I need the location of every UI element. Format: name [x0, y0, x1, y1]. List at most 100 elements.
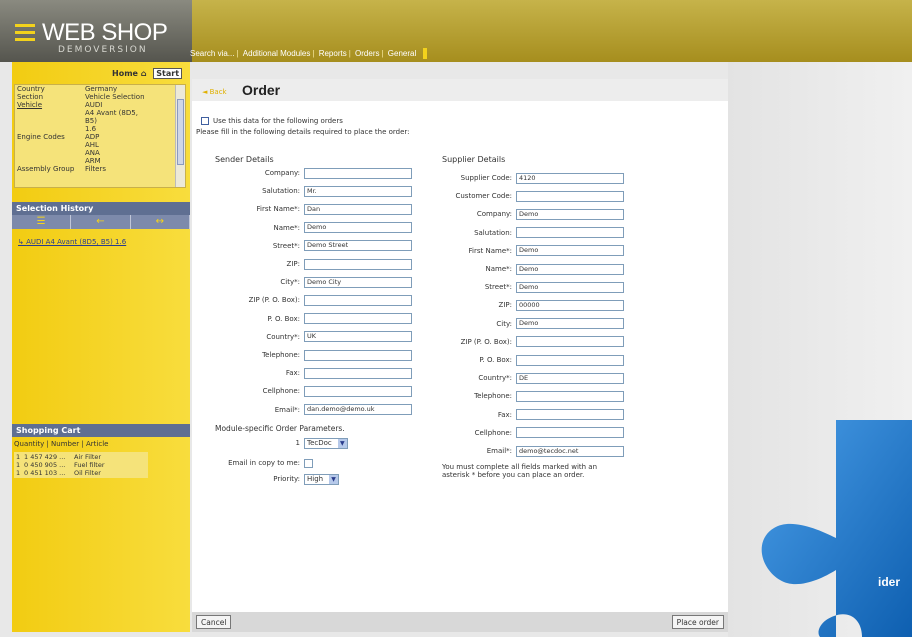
- supplier-telephone-input[interactable]: [516, 390, 624, 402]
- supplier-name-label: Name*:: [485, 265, 512, 273]
- nav-search-via[interactable]: Search via...: [188, 47, 236, 58]
- selection-row: ANA: [15, 149, 185, 157]
- supplier-email-label: Email*:: [486, 447, 512, 455]
- selection-key[interactable]: Vehicle: [15, 101, 85, 109]
- history-list-icon[interactable]: ☰: [12, 215, 72, 229]
- module-select[interactable]: TecDoc ▼: [304, 437, 348, 449]
- start-button[interactable]: Start: [153, 68, 183, 79]
- sender-p-o-box-input[interactable]: [304, 313, 412, 325]
- cart-item[interactable]: 10 451 103 ... Oil Filter: [16, 469, 146, 477]
- sender-name-input[interactable]: Demo: [304, 222, 412, 234]
- cart-item[interactable]: 10 450 905 ... Fuel filter: [16, 461, 146, 469]
- supplier-customer-code-input[interactable]: [516, 190, 624, 202]
- supplier-field-row: ZIP: 00000: [442, 299, 624, 311]
- supplier-field-row: Country*: DE: [442, 372, 624, 384]
- nav-reports[interactable]: Reports: [317, 47, 349, 58]
- sender-zip-input[interactable]: [304, 258, 412, 270]
- supplier-fax-label: Fax:: [497, 410, 512, 419]
- selection-value: Germany: [85, 85, 118, 93]
- sender-company-input[interactable]: [304, 167, 412, 179]
- nav-general[interactable]: General: [386, 47, 418, 58]
- email-copy-checkbox[interactable]: [304, 458, 313, 468]
- selection-value: A4 Avant (8D5,: [85, 109, 138, 117]
- sender-email-input[interactable]: dan.demo@demo.uk: [304, 404, 412, 416]
- use-data-label: Use this data for the following orders: [213, 117, 343, 125]
- sender-cellphone-input[interactable]: [304, 385, 412, 397]
- supplier-country-input[interactable]: DE: [516, 372, 624, 384]
- cart-article: Oil Filter: [74, 469, 101, 477]
- use-data-option[interactable]: Use this data for the following orders: [201, 117, 343, 125]
- supplier-salutation-input[interactable]: [516, 227, 624, 239]
- history-item-link[interactable]: ↳ AUDI A4 Avant (8D5, B5) 1.6: [18, 238, 126, 246]
- home-icon[interactable]: ⌂: [141, 69, 147, 78]
- supplier-first-name-label: First Name*:: [468, 246, 512, 255]
- supplier-company-input[interactable]: Demo: [516, 208, 624, 220]
- supplier-field-row: Company: Demo: [442, 208, 624, 220]
- sender-city-input[interactable]: Demo City: [304, 276, 412, 288]
- chevron-down-icon[interactable]: ▼: [337, 438, 347, 448]
- selection-row: AHL: [15, 141, 185, 149]
- use-data-checkbox[interactable]: [201, 117, 209, 125]
- selection-history-header: Selection History: [12, 202, 190, 215]
- supplier-zip-p-o-box-label: ZIP (P. O. Box):: [460, 337, 512, 346]
- module-params-title: Module-specific Order Parameters.: [215, 424, 345, 433]
- nav-additional-modules[interactable]: Additional Modules: [241, 47, 313, 58]
- selection-value: B5): [85, 117, 97, 125]
- sender-street-input[interactable]: Demo Street: [304, 240, 412, 252]
- supplier-p-o-box-label: P. O. Box:: [479, 356, 512, 364]
- selection-key: [15, 149, 85, 157]
- sender-country-label: Country*:: [266, 332, 300, 341]
- back-link[interactable]: ◄ Back: [202, 88, 227, 96]
- cancel-button[interactable]: Cancel: [196, 615, 232, 629]
- sender-telephone-input[interactable]: [304, 349, 412, 361]
- sender-first-name-label: First Name*:: [256, 205, 300, 214]
- history-back-icon[interactable]: ←: [71, 215, 131, 229]
- chevron-down-icon[interactable]: ▼: [329, 474, 339, 484]
- supplier-email-input[interactable]: demo@tecdoc.net: [516, 445, 624, 457]
- supplier-zip-p-o-box-input[interactable]: [516, 336, 624, 348]
- selection-summary: Country Germany Section Vehicle Selection Ve…: [14, 84, 186, 188]
- sender-field-row: Fax:: [192, 367, 412, 379]
- priority-select[interactable]: High ▼: [304, 473, 340, 485]
- history-expand-icon[interactable]: ↔: [131, 215, 190, 229]
- supplier-field-row: Supplier Code: 4120: [442, 172, 624, 184]
- supplier-zip-input[interactable]: 00000: [516, 299, 624, 311]
- cart-article: Air Filter: [74, 453, 102, 461]
- sender-cellphone-label: Cellphone:: [262, 387, 300, 396]
- selection-key: Assembly Group: [17, 165, 75, 173]
- selection-key: [15, 157, 85, 165]
- supplier-field-row: City: Demo: [442, 318, 624, 330]
- cart-item[interactable]: 11 457 429 ... Air Filter: [16, 453, 146, 461]
- webshop-logo[interactable]: WEB SHOP DEMOVERSION: [0, 0, 192, 62]
- sender-field-row: Name*: Demo: [192, 222, 412, 234]
- selection-row: B5): [15, 117, 185, 125]
- supplier-name-input[interactable]: Demo: [516, 263, 624, 275]
- supplier-p-o-box-input[interactable]: [516, 354, 624, 366]
- sender-zip-p-o-box-input[interactable]: [304, 294, 412, 306]
- nav-end-marker: [422, 48, 427, 60]
- supplier-details-title: Supplier Details: [442, 155, 506, 164]
- sender-name-label: Name*:: [273, 223, 300, 232]
- supplier-zip-label: ZIP:: [498, 301, 512, 310]
- supplier-cellphone-input[interactable]: [516, 427, 624, 439]
- selection-scrollbar[interactable]: [175, 85, 185, 187]
- selection-row: Vehicle AUDI: [15, 101, 185, 109]
- home-link[interactable]: Home: [112, 69, 138, 78]
- supplier-city-input[interactable]: Demo: [516, 318, 624, 330]
- supplier-street-input[interactable]: Demo: [516, 281, 624, 293]
- nav-orders[interactable]: Orders: [353, 47, 381, 58]
- supplier-supplier-code-input[interactable]: 4120: [516, 172, 624, 184]
- sender-country-input[interactable]: UK: [304, 331, 412, 343]
- supplier-field-row: Fax:: [442, 409, 624, 421]
- sender-salutation-input[interactable]: Mr.: [304, 185, 412, 197]
- supplier-first-name-input[interactable]: Demo: [516, 245, 624, 257]
- logo-title: WEB SHOP: [42, 19, 168, 46]
- puzzle-caption: ider: [878, 575, 901, 589]
- supplier-fax-input[interactable]: [516, 409, 624, 421]
- supplier-field-row: Name*: Demo: [442, 263, 624, 275]
- sender-first-name-input[interactable]: Dan: [304, 203, 412, 215]
- sender-zip-label: ZIP:: [286, 260, 300, 268]
- home-start-row: Home ⌂ Start: [112, 68, 183, 79]
- place-order-button[interactable]: Place order: [671, 615, 724, 629]
- sender-fax-input[interactable]: [304, 367, 412, 379]
